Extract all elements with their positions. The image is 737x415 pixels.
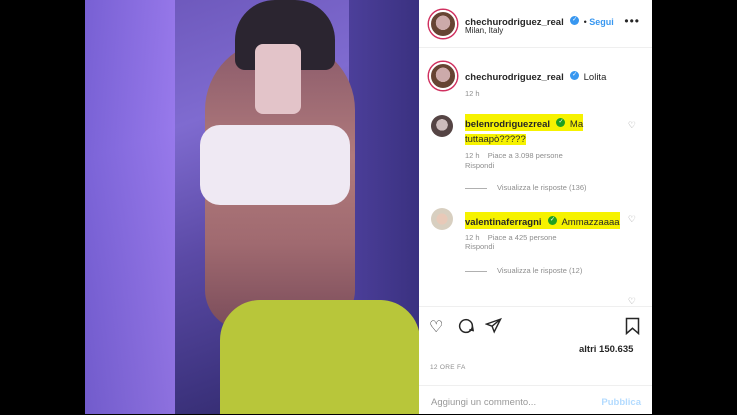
comment-avatar[interactable] <box>431 208 453 230</box>
heart-icon[interactable]: ♡ <box>628 214 636 225</box>
comment-item: valentinaferragni ✓ Ammazzaaaa <box>465 212 620 230</box>
comment-time[interactable]: 12 h <box>465 151 480 160</box>
comments-list[interactable]: chechurodriguez_real ✓ Lolita 12 h belen… <box>419 48 652 306</box>
follow-button[interactable]: Segui <box>589 17 614 27</box>
comment-item: belenrodriguezreal ✓ Ma tuttaapò????? <box>465 114 584 146</box>
comment-time[interactable]: 12 h <box>465 233 480 242</box>
caption-time[interactable]: 12 h <box>465 89 480 98</box>
heart-icon[interactable]: ♡ <box>628 296 636 306</box>
view-replies[interactable]: Visualizza le risposte (12) <box>465 266 582 275</box>
heart-icon[interactable]: ♡ <box>429 317 443 337</box>
post-photo[interactable] <box>85 0 419 414</box>
post-side-panel: chechurodriguez_real ✓ • Segui Milan, It… <box>419 0 652 414</box>
comment-text-continued: tuttaapò????? <box>465 134 526 145</box>
replies-divider <box>465 270 487 272</box>
comment-likes[interactable]: Piace a 3.098 persone <box>488 151 563 160</box>
post-actions: ♡ altri 150.635 12 ORE FA Aggiungi un co… <box>419 306 652 414</box>
view-replies-label: Visualizza le risposte (12) <box>497 266 583 275</box>
comment-highlight: valentinaferragni ✓ Ammazzaaaa <box>465 212 620 229</box>
comment-input[interactable]: Aggiungi un commento... <box>431 397 536 408</box>
verified-badge-icon: ✓ <box>570 16 580 26</box>
heart-icon[interactable]: ♡ <box>628 120 636 131</box>
comment-avatar[interactable] <box>431 115 453 137</box>
photo-wall-left <box>85 0 175 414</box>
photo-pants <box>220 300 419 414</box>
add-comment-bar: Aggiungi un commento... Pubblica <box>419 385 652 415</box>
view-replies-label: Visualizza le risposte (136) <box>497 183 587 192</box>
share-icon[interactable] <box>484 317 502 339</box>
comment-icon[interactable] <box>457 317 475 340</box>
author-avatar[interactable] <box>429 10 457 38</box>
verified-badge-icon: ✓ <box>570 71 580 81</box>
likes-count[interactable]: altri 150.635 <box>579 344 633 355</box>
screen: chechurodriguez_real ✓ • Segui Milan, It… <box>0 0 737 414</box>
view-replies[interactable]: Visualizza le risposte (136) <box>465 183 587 192</box>
caption-username[interactable]: chechurodriguez_real <box>465 72 564 83</box>
bookmark-icon[interactable] <box>625 317 640 340</box>
caption-text: Lolita <box>583 72 607 83</box>
verified-badge-icon: ✓ <box>548 216 558 226</box>
caption: chechurodriguez_real ✓ Lolita <box>465 67 606 85</box>
comment-text: Ammazzaaaa <box>561 217 620 228</box>
reply-button[interactable]: Rispondi <box>465 161 494 170</box>
comment-meta: 12 h Piace a 425 persone <box>465 233 557 242</box>
post-location[interactable]: Milan, Italy <box>465 26 503 35</box>
comment-meta: 12 h Piace a 3.098 persone <box>465 151 563 160</box>
photo-phone <box>255 44 301 114</box>
publish-button[interactable]: Pubblica <box>601 397 641 408</box>
comment-username[interactable]: belenrodriguezreal <box>465 119 550 130</box>
more-options-icon[interactable]: ••• <box>624 14 640 28</box>
comment-highlight: belenrodriguezreal ✓ Ma <box>465 114 584 131</box>
comment-username[interactable]: valentinaferragni <box>465 217 542 228</box>
photo-top <box>200 125 350 205</box>
reply-button[interactable]: Rispondi <box>465 242 494 251</box>
comment-likes[interactable]: Piace a 425 persone <box>488 233 557 242</box>
post-header: chechurodriguez_real ✓ • Segui Milan, It… <box>419 0 652 48</box>
verified-badge-icon: ✓ <box>556 118 566 128</box>
caption-avatar[interactable] <box>429 62 457 90</box>
replies-divider <box>465 187 487 189</box>
post-timestamp[interactable]: 12 ORE FA <box>430 364 466 371</box>
comment-text: Ma <box>569 119 584 130</box>
